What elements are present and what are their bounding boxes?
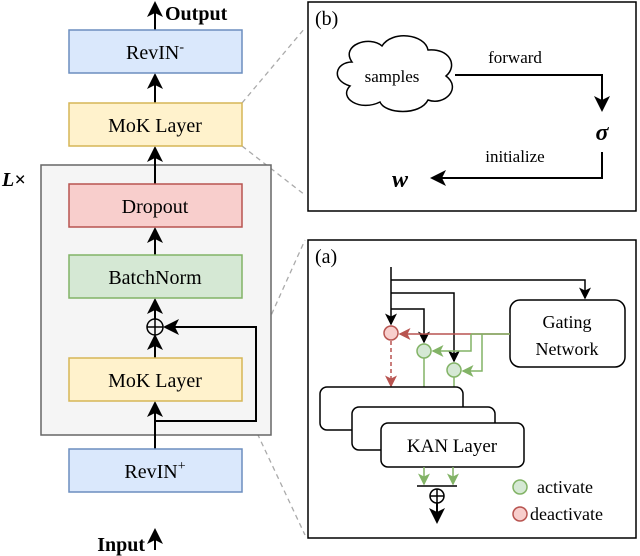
legend-deactivate-icon [512, 506, 528, 522]
batchnorm-box: BatchNorm [68, 254, 243, 299]
svg-text:Dropout: Dropout [122, 196, 189, 218]
model-stack: L× Output Input RevIN- MoK Layer Dropout… [1, 1, 272, 556]
deactivated-gate [383, 325, 399, 341]
kan-layer-front: KAN Layer [380, 422, 525, 468]
svg-text:deactivate: deactivate [530, 504, 603, 524]
svg-text:activate: activate [537, 477, 593, 497]
svg-text:KAN Layer: KAN Layer [407, 436, 498, 457]
svg-text:MoK Layer: MoK Layer [108, 370, 202, 392]
mok-layer-bottom: MoK Layer [68, 357, 243, 402]
gating-network-box: Gating Network [509, 299, 626, 368]
panel-b: (b) samples forward σ initialize w [307, 1, 637, 212]
svg-text:RevIN+: RevIN+ [124, 459, 185, 483]
svg-text:RevIN-: RevIN- [126, 40, 184, 64]
initialize-label: initialize [485, 147, 544, 166]
revin-out-box: RevIN- [68, 29, 243, 74]
architecture-diagram: L× Output Input RevIN- MoK Layer Dropout… [1, 1, 637, 556]
activated-gate [446, 362, 462, 378]
svg-text:Gating: Gating [543, 312, 592, 332]
sum-op [429, 488, 445, 504]
add-op [146, 318, 164, 336]
svg-text:MoK Layer: MoK Layer [108, 115, 202, 137]
dropout-box: Dropout [68, 183, 243, 228]
mok-layer-top: MoK Layer [68, 102, 243, 147]
revin-in-box: RevIN+ [68, 448, 243, 493]
forward-label: forward [488, 48, 542, 67]
legend-activate-icon [512, 479, 528, 495]
sigma-symbol: σ [596, 120, 610, 146]
svg-text:BatchNorm: BatchNorm [108, 267, 202, 289]
output-label: Output [165, 3, 228, 25]
panel-a: (a) Gating Network KAN Layer activate de… [307, 239, 637, 539]
panel-b-tag: (b) [315, 8, 338, 30]
activated-gate [416, 343, 432, 359]
repeat-label: L× [1, 169, 26, 191]
panel-a-tag: (a) [315, 246, 337, 268]
input-label: Input [97, 534, 145, 556]
w-symbol: w [392, 167, 409, 193]
svg-text:samples: samples [365, 67, 420, 86]
svg-text:Network: Network [536, 339, 599, 359]
